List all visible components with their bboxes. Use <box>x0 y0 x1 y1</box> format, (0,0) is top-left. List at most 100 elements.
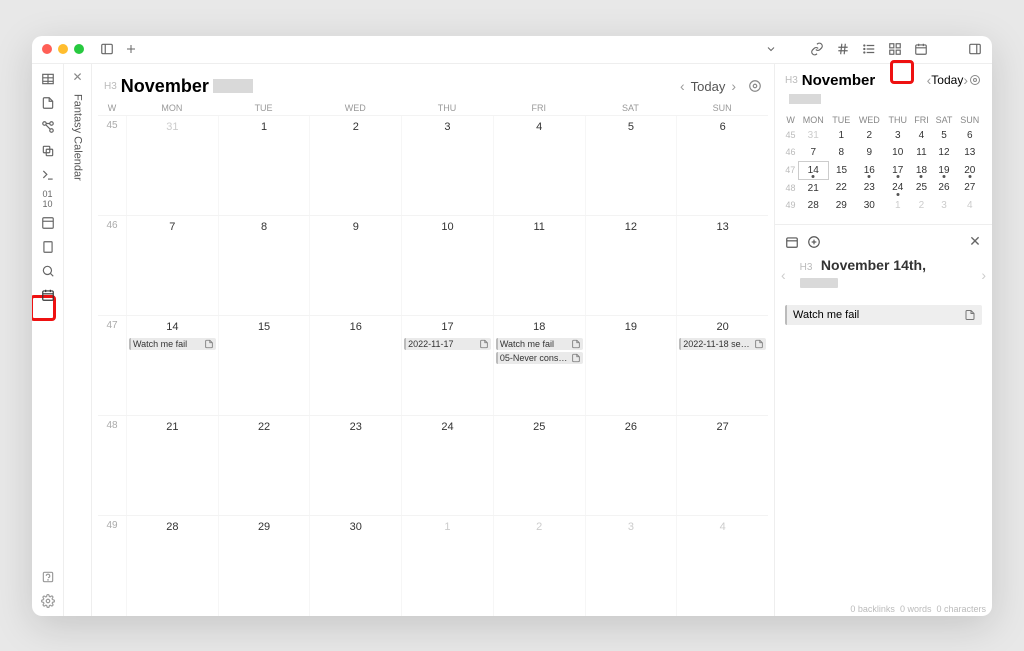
sidebar-toggle-icon[interactable] <box>100 42 114 56</box>
calendar-event[interactable]: 2022-11-17 <box>404 338 491 350</box>
today-button[interactable]: Today <box>691 79 726 94</box>
side-settings-icon[interactable] <box>968 73 982 87</box>
mini-day[interactable]: 27 <box>956 179 983 197</box>
day-cell[interactable]: 15 <box>218 316 310 415</box>
day-cell[interactable]: 19 <box>585 316 677 415</box>
mini-day[interactable]: 29 <box>828 197 854 214</box>
calendar-icon[interactable] <box>914 42 928 56</box>
help-icon[interactable] <box>41 570 55 584</box>
day-cell[interactable]: 30 <box>309 516 401 615</box>
calendar-event[interactable]: 2022-11-18 send email <box>679 338 766 350</box>
mini-day[interactable]: 1 <box>884 197 911 214</box>
mini-day[interactable]: 14 <box>798 161 828 179</box>
note-next-icon[interactable]: › <box>981 267 986 283</box>
settings-icon[interactable] <box>41 594 55 608</box>
day-cell[interactable]: 5 <box>585 116 677 215</box>
day-cell[interactable]: 25 <box>493 416 585 515</box>
hash-icon[interactable] <box>836 42 850 56</box>
day-cell[interactable]: 6 <box>676 116 768 215</box>
mini-day[interactable]: 18 <box>911 161 932 179</box>
close-note-icon[interactable]: ✕ <box>968 235 982 249</box>
prev-month-icon[interactable]: ‹ <box>680 78 685 94</box>
mini-day[interactable]: 10 <box>884 144 911 162</box>
mini-day[interactable]: 13 <box>956 144 983 162</box>
daily-note-calendar-icon[interactable] <box>785 235 799 249</box>
mini-day[interactable]: 30 <box>854 197 884 214</box>
link-icon[interactable] <box>810 42 824 56</box>
window-minimize[interactable] <box>58 44 68 54</box>
day-cell[interactable]: 24 <box>401 416 493 515</box>
day-cell[interactable]: 11 <box>493 216 585 315</box>
calendar-event[interactable]: 05-Never consume… <box>496 352 583 364</box>
mini-day[interactable]: 31 <box>798 127 828 144</box>
table-icon[interactable] <box>41 72 55 86</box>
mini-day[interactable]: 19 <box>932 161 956 179</box>
day-cell[interactable]: 3 <box>585 516 677 615</box>
window-zoom[interactable] <box>74 44 84 54</box>
mini-day[interactable]: 8 <box>828 144 854 162</box>
mini-day[interactable]: 2 <box>854 127 884 144</box>
calendar-settings-icon[interactable] <box>748 79 762 93</box>
day-cell[interactable]: 202022-11-18 send email <box>676 316 768 415</box>
day-cell[interactable]: 21 <box>126 416 218 515</box>
mini-day[interactable]: 9 <box>854 144 884 162</box>
tab-title[interactable]: Fantasy Calendar <box>72 90 84 185</box>
grid-icon[interactable] <box>888 42 902 56</box>
day-cell[interactable]: 9 <box>309 216 401 315</box>
dropdown-icon[interactable] <box>764 42 778 56</box>
mini-day[interactable]: 1 <box>828 127 854 144</box>
day-cell[interactable]: 22 <box>218 416 310 515</box>
day-cell[interactable]: 7 <box>126 216 218 315</box>
mini-day[interactable]: 24 <box>884 179 911 197</box>
layout-icon[interactable] <box>41 216 55 230</box>
day-cell[interactable]: 172022-11-17 <box>401 316 493 415</box>
graph-icon[interactable] <box>41 120 55 134</box>
mini-day[interactable]: 17 <box>884 161 911 179</box>
day-cell[interactable]: 1 <box>218 116 310 215</box>
mini-day[interactable]: 26 <box>932 179 956 197</box>
mini-day[interactable]: 6 <box>956 127 983 144</box>
day-cell[interactable]: 2 <box>309 116 401 215</box>
mini-day[interactable]: 3 <box>932 197 956 214</box>
mini-day[interactable]: 2 <box>911 197 932 214</box>
day-cell[interactable]: 26 <box>585 416 677 515</box>
day-cell[interactable]: 13 <box>676 216 768 315</box>
mini-day[interactable]: 3 <box>884 127 911 144</box>
mini-day[interactable]: 21 <box>798 179 828 197</box>
day-cell[interactable]: 27 <box>676 416 768 515</box>
calendar-rail-icon[interactable] <box>41 288 55 302</box>
day-cell[interactable]: 10 <box>401 216 493 315</box>
mini-day[interactable]: 16 <box>854 161 884 179</box>
mini-day[interactable]: 15 <box>828 161 854 179</box>
mini-day[interactable]: 20 <box>956 161 983 179</box>
page-icon[interactable] <box>41 240 55 254</box>
mini-day[interactable]: 23 <box>854 179 884 197</box>
day-cell[interactable]: 18Watch me fail05-Never consume… <box>493 316 585 415</box>
copy-icon[interactable] <box>41 144 55 158</box>
day-cell[interactable]: 29 <box>218 516 310 615</box>
mini-calendar[interactable]: WMONTUEWEDTHUFRISATSUN453112345646789101… <box>783 113 984 214</box>
mini-day[interactable]: 12 <box>932 144 956 162</box>
day-cell[interactable]: 8 <box>218 216 310 315</box>
day-cell[interactable]: 1 <box>401 516 493 615</box>
day-cell[interactable]: 2 <box>493 516 585 615</box>
calendar-event[interactable]: Watch me fail <box>496 338 583 350</box>
day-cell[interactable]: 16 <box>309 316 401 415</box>
binary-icon[interactable]: 0110 <box>41 192 55 206</box>
day-cell[interactable]: 4 <box>676 516 768 615</box>
new-tab-icon[interactable] <box>124 42 138 56</box>
day-cell[interactable]: 4 <box>493 116 585 215</box>
search-icon[interactable] <box>41 264 55 278</box>
mini-day[interactable]: 7 <box>798 144 828 162</box>
side-today-button[interactable]: Today <box>931 73 963 87</box>
day-cell[interactable]: 28 <box>126 516 218 615</box>
note-event[interactable]: Watch me fail <box>785 305 982 325</box>
window-close[interactable] <box>42 44 52 54</box>
right-sidebar-icon[interactable] <box>968 42 982 56</box>
day-cell[interactable]: 12 <box>585 216 677 315</box>
close-tab-icon[interactable]: ✕ <box>72 70 82 84</box>
mini-day[interactable]: 22 <box>828 179 854 197</box>
mini-day[interactable]: 4 <box>956 197 983 214</box>
day-cell[interactable]: 3 <box>401 116 493 215</box>
calendar-event[interactable]: Watch me fail <box>129 338 216 350</box>
